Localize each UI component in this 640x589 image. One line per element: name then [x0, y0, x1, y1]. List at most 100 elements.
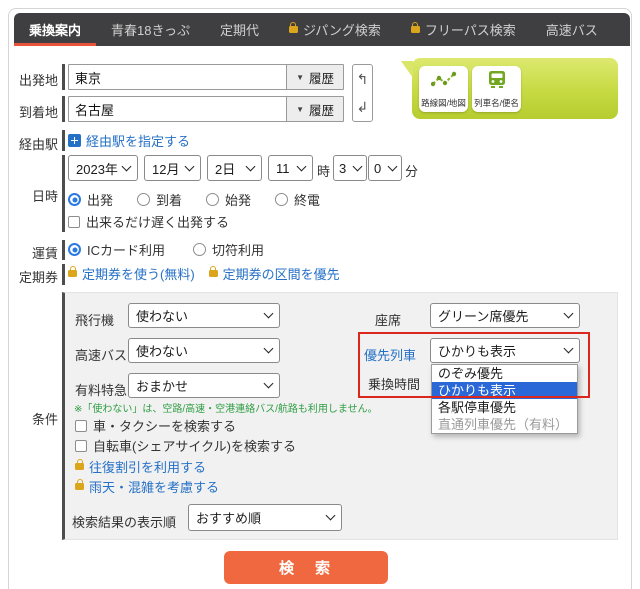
divider — [62, 96, 65, 122]
prefer-pass-section-link[interactable]: 定期券の区間を優先 — [209, 264, 340, 283]
checkbox-label: 自転車(シェアサイクル)を検索する — [93, 436, 296, 455]
history-label: 履歴 — [309, 68, 334, 87]
departure-label: 出発地 — [0, 70, 58, 89]
dropdown-triangle-icon: ▼ — [296, 73, 304, 82]
year-select[interactable]: 2023年 — [68, 155, 138, 181]
priority-train-value: ひかりも表示 — [438, 341, 516, 360]
chevron-down-icon — [264, 309, 274, 319]
tab-label: 乗換案内 — [29, 20, 81, 39]
priority-train-dropdown: のぞみ優先 ひかりも表示 各駅停車優先 直通列車優先（有料） — [431, 364, 578, 434]
tab-label: 高速バス — [546, 20, 598, 39]
transit-search-page: 乗換案内 青春18きっぷ 定期代 ジパング検索 フリーパス検索 高速バス 出発地… — [0, 0, 640, 589]
divider — [62, 64, 65, 90]
paid-express-select[interactable]: おまかせ — [128, 373, 280, 398]
checkbox-icon — [68, 216, 80, 228]
map-tools-panel: 路線図/地図 列車名/便名 — [412, 58, 618, 119]
seat-value: グリーン席優先 — [438, 306, 528, 325]
radio-label: 終電 — [294, 190, 320, 209]
bicycle-share-checkbox[interactable]: 自転車(シェアサイクル)を検索する — [75, 436, 296, 455]
chevron-down-icon — [246, 161, 256, 171]
highway-bus-select[interactable]: 使わない — [128, 338, 280, 363]
swap-up-arrow-icon: ↰ — [357, 72, 369, 86]
tab-label: フリーパス検索 — [425, 20, 516, 39]
link-label: 往復割引を利用する — [89, 457, 206, 476]
airplane-label: 飛行機 — [75, 310, 114, 329]
use-pass-link[interactable]: 定期券を使う(無料) — [68, 264, 195, 283]
radio-checked-icon — [68, 243, 81, 256]
route-map-button[interactable]: 路線図/地図 — [419, 66, 468, 112]
dropdown-triangle-icon: ▼ — [296, 105, 304, 114]
radio-option-arrival[interactable]: 到着 — [137, 190, 182, 209]
day-select[interactable]: 2日 — [207, 155, 262, 181]
hour-select[interactable]: 11 — [268, 155, 313, 181]
sort-order-label: 検索結果の表示順 — [72, 512, 176, 531]
link-label: 定期券の区間を優先 — [223, 264, 340, 283]
route-map-button-label: 路線図/地図 — [421, 97, 466, 109]
arrival-combo: 名古屋 ▼ 履歴 — [68, 96, 344, 122]
minute-tens-select[interactable]: 3 — [333, 155, 367, 181]
tab-highway-bus[interactable]: 高速バス — [531, 13, 613, 46]
plus-icon — [68, 134, 81, 147]
tab-freepass-search[interactable]: フリーパス検索 — [396, 13, 531, 46]
dropdown-option-nozomi[interactable]: のぞみ優先 — [432, 365, 577, 382]
priority-train-select[interactable]: ひかりも表示 — [430, 338, 580, 363]
radio-label: ICカード利用 — [87, 240, 165, 259]
seat-label: 座席 — [375, 310, 401, 329]
radio-icon — [193, 243, 206, 256]
dropdown-option-direct-paid: 直通列車優先（有料） — [432, 416, 577, 433]
route-map-icon — [431, 70, 457, 90]
train-name-button-label: 列車名/便名 — [474, 97, 519, 109]
departure-history-button[interactable]: ▼ 履歴 — [286, 65, 343, 89]
tab-transit-guide[interactable]: 乗換案内 — [14, 13, 96, 46]
airplane-select[interactable]: 使わない — [128, 303, 280, 328]
tab-label: ジパング検索 — [303, 20, 381, 39]
fare-label: 運賃 — [0, 243, 58, 262]
swap-stations-button[interactable]: ↰ ↲ — [352, 64, 373, 122]
chevron-down-icon — [564, 309, 574, 319]
specify-via-station-link[interactable]: 経由駅を指定する — [68, 131, 190, 150]
fare-radios: ICカード利用 切符利用 — [68, 240, 264, 259]
datetime-label: 日時 — [0, 186, 58, 205]
radio-label: 到着 — [156, 190, 182, 209]
dropdown-option-local[interactable]: 各駅停車優先 — [432, 399, 577, 416]
arrival-history-button[interactable]: ▼ 履歴 — [286, 97, 343, 121]
divider — [62, 155, 65, 232]
depart-late-checkbox[interactable]: 出来るだけ遅く出発する — [68, 212, 229, 231]
conditions-label: 条件 — [0, 409, 58, 428]
minute-unit-label: 分 — [405, 161, 418, 180]
search-button[interactable]: 検 索 — [224, 551, 388, 584]
top-tab-bar: 乗換案内 青春18きっぷ 定期代 ジパング検索 フリーパス検索 高速バス — [14, 13, 630, 46]
time-mode-radios: 出発 到着 始発 終電 — [68, 190, 320, 209]
seat-select[interactable]: グリーン席優先 — [430, 303, 580, 328]
radio-option-ticket[interactable]: 切符利用 — [193, 240, 264, 259]
weather-congestion-link[interactable]: 雨天・混雑を考慮する — [75, 477, 219, 496]
arrival-input[interactable]: 名古屋 — [69, 100, 286, 119]
dropdown-option-hikari[interactable]: ひかりも表示 — [432, 382, 577, 399]
train-name-button[interactable]: 列車名/便名 — [472, 66, 521, 112]
radio-option-last-train[interactable]: 終電 — [275, 190, 320, 209]
divider — [62, 264, 65, 285]
month-select[interactable]: 12月 — [144, 155, 201, 181]
divider — [62, 240, 65, 260]
dont-use-note: ※「使わない」は、空路/高速・空港連絡バス/航路も利用しません。 — [74, 400, 378, 415]
departure-input[interactable]: 東京 — [69, 68, 286, 87]
car-taxi-checkbox[interactable]: 車・タクシーを検索する — [75, 416, 236, 435]
radio-option-departure[interactable]: 出発 — [68, 190, 113, 209]
tab-zipang-search[interactable]: ジパング検索 — [274, 13, 396, 46]
chevron-down-icon — [353, 161, 363, 171]
hour-unit-label: 時 — [317, 161, 330, 180]
radio-option-first-train[interactable]: 始発 — [206, 190, 251, 209]
round-trip-discount-link[interactable]: 往復割引を利用する — [75, 457, 206, 476]
radio-label: 切符利用 — [212, 240, 264, 259]
radio-option-ic-card[interactable]: ICカード利用 — [68, 240, 165, 259]
radio-icon — [137, 193, 150, 206]
radio-icon — [206, 193, 219, 206]
tab-seishun18[interactable]: 青春18きっぷ — [96, 13, 205, 46]
chevron-down-icon — [326, 511, 336, 521]
radio-icon — [275, 193, 288, 206]
airplane-value: 使わない — [136, 306, 188, 325]
arrival-label: 到着地 — [0, 102, 58, 121]
sort-order-select[interactable]: おすすめ順 — [188, 504, 342, 531]
tab-commuter-fare[interactable]: 定期代 — [205, 13, 274, 46]
minute-ones-select[interactable]: 0 — [368, 155, 402, 181]
